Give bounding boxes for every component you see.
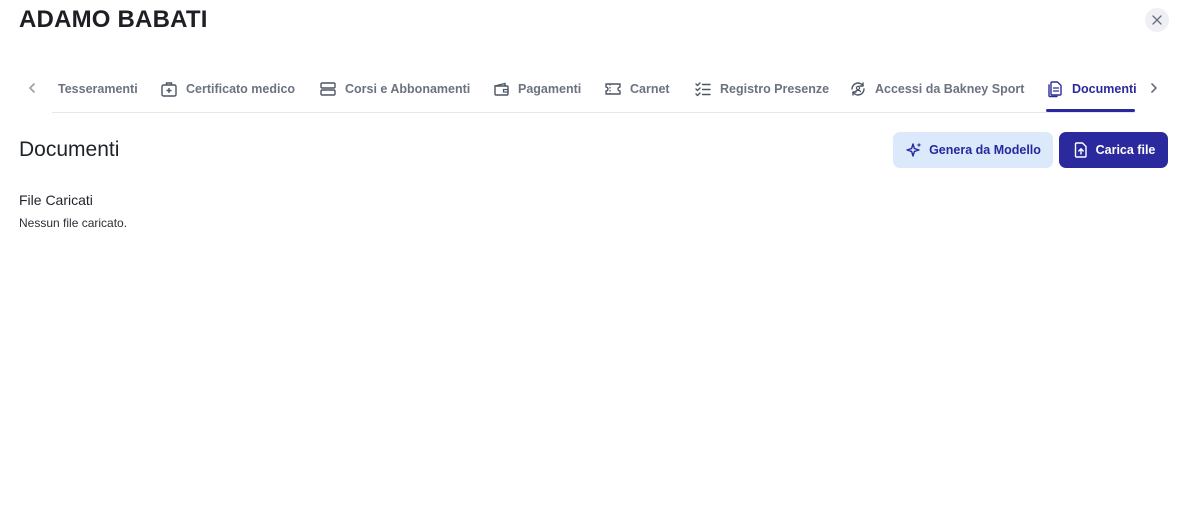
- tab-documenti[interactable]: Documenti: [1046, 78, 1137, 100]
- tabs-scroll-right-button[interactable]: [1146, 80, 1162, 96]
- tabs-divider: [52, 112, 1135, 113]
- tab-label: Certificato medico: [186, 82, 296, 96]
- empty-files-message: Nessun file caricato.: [19, 216, 128, 230]
- tabs-scroll-left-button[interactable]: [24, 80, 40, 96]
- generate-from-template-button[interactable]: Genera da Modello: [893, 132, 1053, 168]
- close-icon: [1152, 15, 1162, 25]
- upload-file-button[interactable]: Carica file: [1059, 132, 1168, 168]
- layers-icon: [319, 80, 337, 98]
- file-upload-icon: [1072, 141, 1090, 159]
- section-title: Documenti: [19, 138, 120, 161]
- close-button[interactable]: [1145, 8, 1169, 32]
- tabs-bar: Tesseramenti Certificato medico Corsi e …: [19, 66, 1169, 114]
- active-tab-indicator: [1046, 109, 1135, 112]
- uploaded-files-heading: File Caricati: [19, 192, 93, 208]
- checklist-icon: [694, 80, 712, 98]
- tab-pagamenti[interactable]: Pagamenti: [492, 78, 581, 100]
- tab-registro-presenze[interactable]: Registro Presenze: [694, 78, 829, 100]
- chevron-left-icon: [29, 83, 35, 93]
- tab-label: Tesseramenti: [58, 82, 138, 96]
- page-header-title: ADAMO BABATI: [19, 6, 208, 33]
- tab-label: Accessi da Bakney Sport: [875, 82, 1025, 96]
- tab-label: Corsi e Abbonamenti: [345, 82, 471, 96]
- medical-case-icon: [160, 80, 178, 98]
- tab-corsi-abbonamenti[interactable]: Corsi e Abbonamenti: [319, 78, 470, 100]
- tab-label: Carnet: [630, 82, 670, 96]
- upload-button-label: Carica file: [1095, 143, 1156, 157]
- tab-label: Pagamenti: [518, 82, 582, 96]
- tab-label: Registro Presenze: [720, 82, 830, 96]
- document-icon: [1046, 80, 1064, 98]
- tab-carnet[interactable]: Carnet: [604, 78, 670, 100]
- generate-button-label: Genera da Modello: [929, 143, 1041, 157]
- wallet-icon: [492, 80, 510, 98]
- tab-tesseramenti[interactable]: Tesseramenti: [58, 78, 138, 100]
- tab-certificato-medico[interactable]: Certificato medico: [160, 78, 295, 100]
- chevron-right-icon: [1151, 83, 1157, 93]
- tab-accessi-bakney-sport[interactable]: Accessi da Bakney Sport: [849, 78, 1024, 100]
- access-icon: [849, 80, 867, 98]
- tab-label: Documenti: [1072, 82, 1137, 96]
- ticket-icon: [604, 80, 622, 98]
- sparkle-icon: [905, 141, 923, 159]
